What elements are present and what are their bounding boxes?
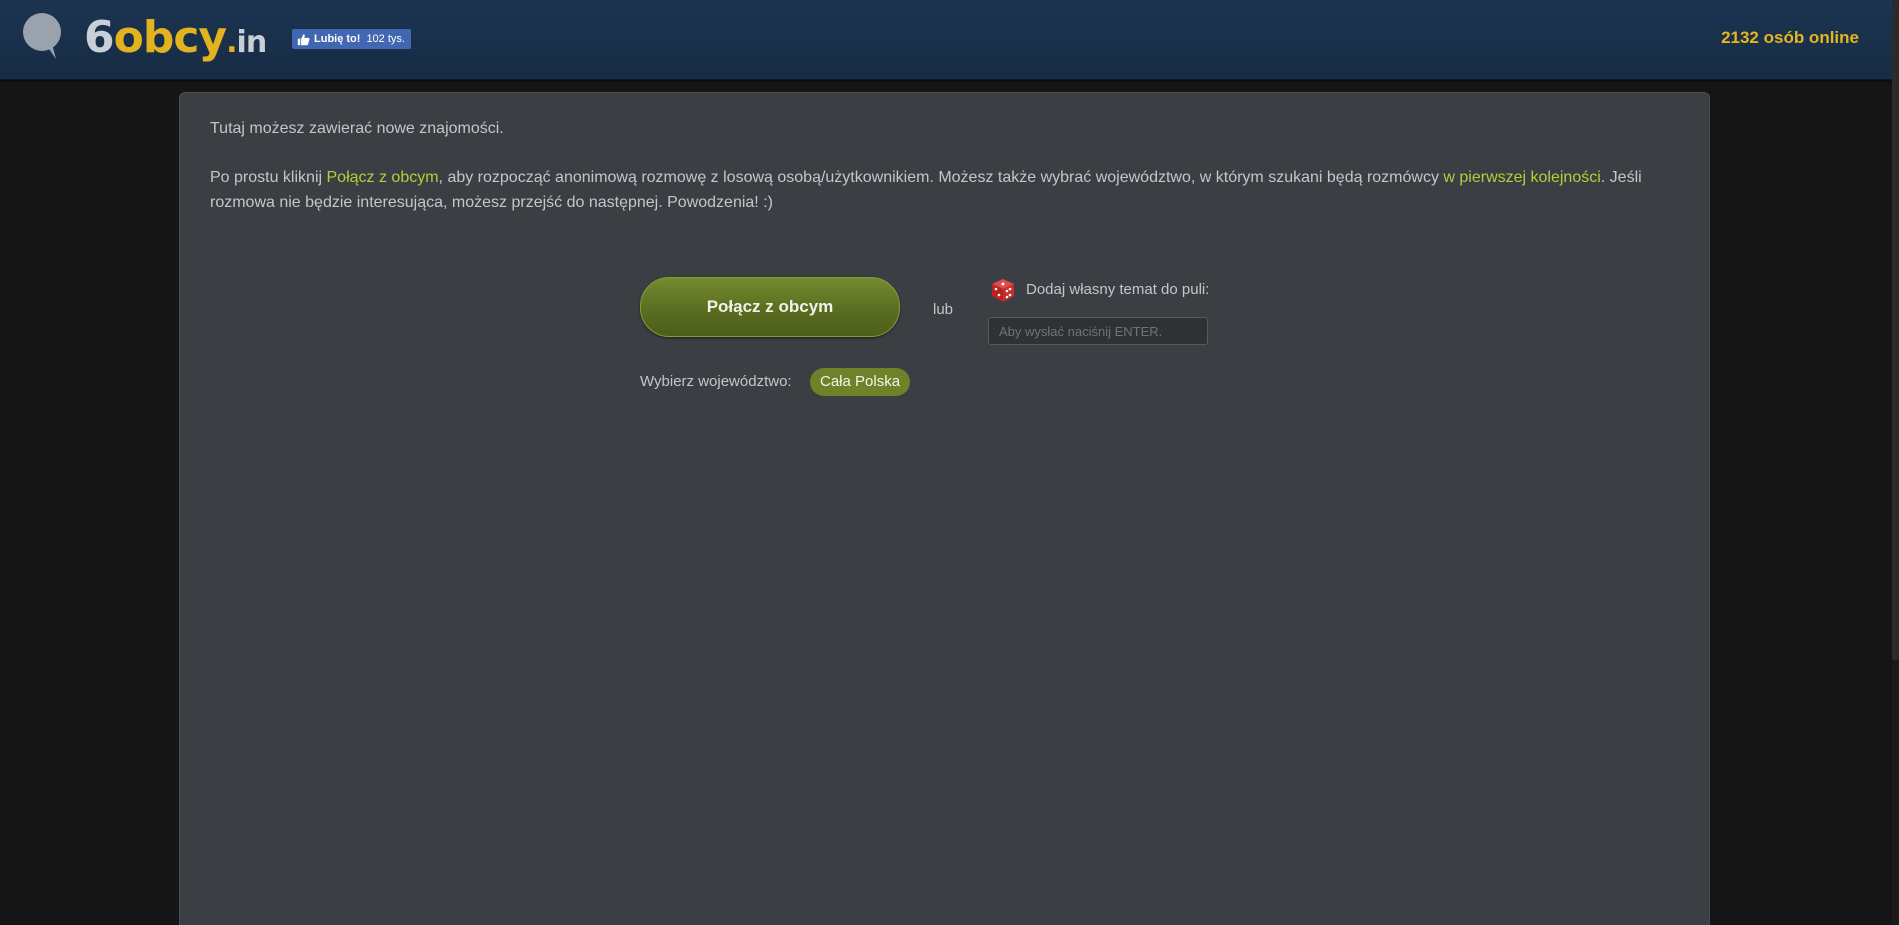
- description-highlight-priority: w pierwszej kolejności: [1443, 169, 1601, 186]
- dice-icon[interactable]: [989, 276, 1017, 304]
- description-part: , aby rozpocząć anonimową rozmowę z loso…: [438, 169, 1444, 186]
- logo-part-number: 6: [84, 12, 115, 63]
- online-users-count: 2132 osób online: [1721, 28, 1859, 47]
- top-bar: 6obcy.in Lubię to! 102 tys. 2132 osób on…: [0, 0, 1899, 80]
- scrollbar-thumb[interactable]: [1892, 0, 1899, 660]
- logo-part-tld: in: [236, 25, 268, 60]
- thumbs-up-icon: [297, 33, 310, 45]
- facebook-like-label: Lubię to!: [314, 33, 361, 45]
- description-highlight-connect: Połącz z obcym: [326, 169, 439, 186]
- description-part: Po prostu kliknij: [210, 169, 327, 186]
- or-label: lub: [933, 301, 954, 318]
- speech-bubble-icon[interactable]: [20, 12, 64, 60]
- description-text: Po prostu kliknij Połącz z obcym, aby ro…: [210, 165, 1680, 215]
- connect-stranger-button[interactable]: Połącz z obcym: [640, 277, 900, 337]
- region-select[interactable]: Cała Polska: [810, 368, 911, 396]
- logo-part-name: obcy: [113, 12, 227, 63]
- region-label: Wybierz województwo:: [640, 373, 792, 390]
- facebook-like-count: 102 tys.: [366, 33, 405, 45]
- logo-part-dot: .: [226, 25, 237, 60]
- intro-text: Tutaj możesz zawierać nowe znajomości.: [210, 120, 504, 137]
- topic-input[interactable]: [988, 317, 1208, 345]
- main-panel: Tutaj możesz zawierać nowe znajomości. P…: [179, 92, 1710, 925]
- page-scrollbar[interactable]: [1892, 0, 1899, 925]
- site-logo[interactable]: 6obcy.in: [84, 8, 268, 73]
- add-topic-label: Dodaj własny temat do puli:: [1026, 281, 1210, 298]
- facebook-like-button[interactable]: Lubię to! 102 tys.: [292, 29, 411, 49]
